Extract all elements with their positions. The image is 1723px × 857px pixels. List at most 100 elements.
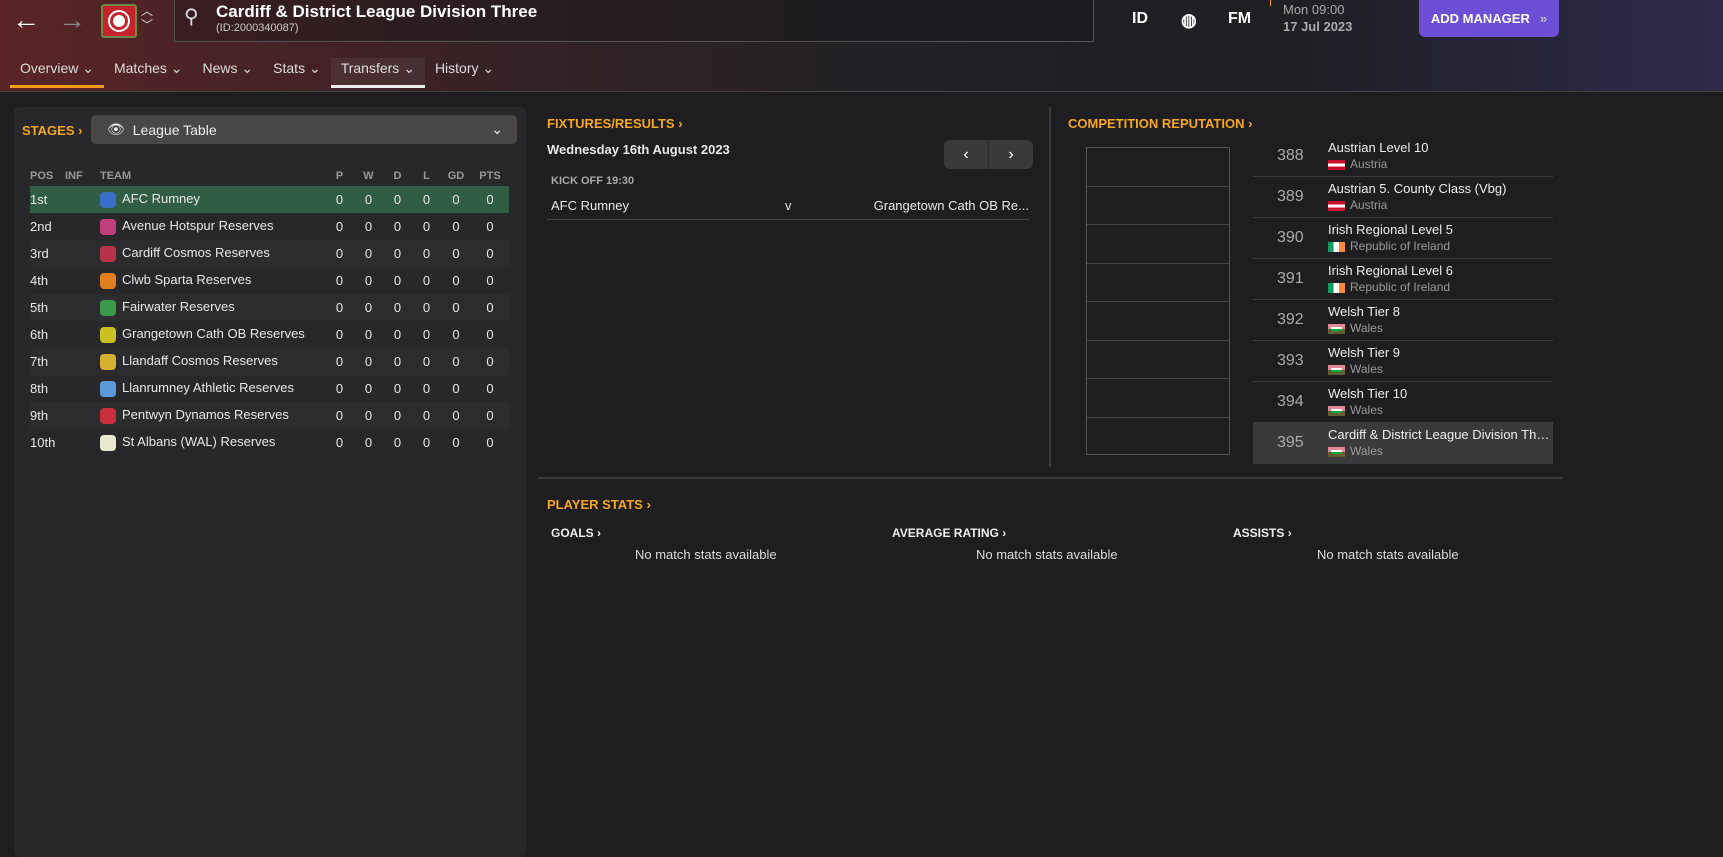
team-name[interactable]: Llanrumney Athletic Reserves	[122, 380, 294, 395]
table-row[interactable]: 10th St Albans (WAL) Reserves 0 0 0 0 0 0	[30, 429, 509, 456]
col-d[interactable]: D	[383, 166, 412, 186]
fm-button[interactable]: FM	[1228, 10, 1251, 28]
avg-rating-label: AVERAGE RATING	[892, 526, 999, 540]
reputation-row[interactable]: 393 Welsh Tier 9 Wales	[1253, 341, 1553, 382]
nation-name[interactable]: Republic of Ireland	[1350, 239, 1450, 253]
table-row[interactable]: 6th Grangetown Cath OB Reserves 0 0 0 0 0 0	[30, 321, 509, 348]
col-inf[interactable]: INF	[65, 166, 100, 186]
tab-stats[interactable]: Stats ⌄	[263, 58, 331, 88]
competition-name[interactable]: Cardiff & District League Division Three	[1328, 427, 1553, 442]
competition-name[interactable]: Welsh Tier 10	[1328, 386, 1553, 401]
stages-link[interactable]: STAGES ›	[22, 123, 82, 138]
reputation-link[interactable]: COMPETITION REPUTATION ›	[1068, 116, 1252, 131]
competition-name[interactable]: Austrian Level 10	[1328, 140, 1553, 155]
stat-pts: 0	[471, 402, 509, 429]
forward-button[interactable]: →	[58, 4, 86, 36]
competition-name[interactable]: Welsh Tier 9	[1328, 345, 1553, 360]
add-manager-button[interactable]: ADD MANAGER »	[1419, 0, 1559, 37]
team-name[interactable]: Clwb Sparta Reserves	[122, 272, 251, 287]
table-row[interactable]: 9th Pentwyn Dynamos Reserves 0 0 0 0 0 0	[30, 402, 509, 429]
stat-p: 0	[325, 348, 354, 375]
competition-name[interactable]: Irish Regional Level 5	[1328, 222, 1553, 237]
nation-name[interactable]: Wales	[1350, 362, 1383, 376]
reputation-row[interactable]: 390 Irish Regional Level 5 Republic of I…	[1253, 218, 1553, 259]
team-cell[interactable]: Pentwyn Dynamos Reserves	[100, 402, 325, 429]
tab-transfers[interactable]: Transfers ⌄	[330, 58, 425, 88]
player-stats-link[interactable]: PLAYER STATS ›	[547, 497, 651, 512]
team-cell[interactable]: AFC Rumney	[100, 186, 325, 213]
col-pts[interactable]: PTS	[471, 166, 509, 186]
nation-name[interactable]: Austria	[1350, 198, 1387, 212]
reputation-row[interactable]: 391 Irish Regional Level 6 Republic of I…	[1253, 259, 1553, 300]
home-team[interactable]: AFC Rumney	[551, 198, 629, 213]
table-row[interactable]: 5th Fairwater Reserves 0 0 0 0 0 0	[30, 294, 509, 321]
tab-overview[interactable]: Overview ⌄	[10, 58, 104, 88]
team-name[interactable]: Avenue Hotspur Reserves	[122, 218, 274, 233]
competition-name[interactable]: Welsh Tier 8	[1328, 304, 1553, 319]
team-cell[interactable]: Llanrumney Athletic Reserves	[100, 375, 325, 402]
stat-p: 0	[325, 240, 354, 267]
table-row[interactable]: 4th Clwb Sparta Reserves 0 0 0 0 0 0	[30, 267, 509, 294]
assists-link[interactable]: ASSISTS ›	[1233, 526, 1292, 540]
tab-matches[interactable]: Matches ⌄	[104, 58, 193, 88]
goals-link[interactable]: GOALS ›	[551, 526, 601, 540]
avg-rating-link[interactable]: AVERAGE RATING ›	[892, 526, 1006, 540]
back-button[interactable]: ←	[12, 4, 40, 36]
nation-name[interactable]: Austria	[1350, 157, 1387, 171]
table-row[interactable]: 7th Llandaff Cosmos Reserves 0 0 0 0 0 0	[30, 348, 509, 375]
fixture-row[interactable]: AFC Rumney v Grangetown Cath OB Re...	[547, 192, 1029, 220]
reputation-row[interactable]: 394 Welsh Tier 10 Wales	[1253, 382, 1553, 423]
competition-name[interactable]: Austrian 5. County Class (Vbg)	[1328, 181, 1553, 196]
team-name[interactable]: Llandaff Cosmos Reserves	[122, 353, 278, 368]
team-name[interactable]: AFC Rumney	[122, 191, 200, 206]
info-cell	[65, 348, 100, 375]
next-button[interactable]: ›	[989, 140, 1033, 169]
nation-name[interactable]: Wales	[1350, 444, 1383, 458]
competition-name[interactable]: Irish Regional Level 6	[1328, 263, 1553, 278]
position: 1st	[30, 186, 65, 213]
tab-history[interactable]: History ⌄	[425, 58, 504, 88]
game-date[interactable]: 17 Jul 2023	[1283, 19, 1352, 34]
team-name[interactable]: Fairwater Reserves	[122, 299, 235, 314]
team-cell[interactable]: Fairwater Reserves	[100, 294, 325, 321]
table-row[interactable]: 3rd Cardiff Cosmos Reserves 0 0 0 0 0 0	[30, 240, 509, 267]
flag-icon	[1328, 405, 1345, 416]
table-row[interactable]: 8th Llanrumney Athletic Reserves 0 0 0 0 0 0	[30, 375, 509, 402]
table-row[interactable]: 1st AFC Rumney 0 0 0 0 0 0	[30, 186, 509, 213]
away-team[interactable]: Grangetown Cath OB Re...	[874, 198, 1029, 213]
reputation-row[interactable]: 392 Welsh Tier 8 Wales	[1253, 300, 1553, 341]
team-cell[interactable]: Llandaff Cosmos Reserves	[100, 348, 325, 375]
col-pos[interactable]: POS	[30, 166, 65, 186]
globe-icon[interactable]: ◍	[1181, 10, 1197, 31]
team-cell[interactable]: St Albans (WAL) Reserves	[100, 429, 325, 456]
id-button[interactable]: ID	[1132, 10, 1148, 28]
team-name[interactable]: Grangetown Cath OB Reserves	[122, 326, 305, 341]
stat-w: 0	[354, 186, 383, 213]
col-w[interactable]: W	[354, 166, 383, 186]
previous-button[interactable]: ‹	[944, 140, 989, 169]
stage-dropdown[interactable]: 👁 League Table ⌄	[91, 115, 517, 144]
nation-name[interactable]: Wales	[1350, 403, 1383, 417]
reputation-row[interactable]: 395 Cardiff & District League Division T…	[1253, 423, 1553, 464]
team-cell[interactable]: Grangetown Cath OB Reserves	[100, 321, 325, 348]
col-l[interactable]: L	[412, 166, 441, 186]
team-cell[interactable]: Cardiff Cosmos Reserves	[100, 240, 325, 267]
team-name[interactable]: Pentwyn Dynamos Reserves	[122, 407, 289, 422]
team-cell[interactable]: Clwb Sparta Reserves	[100, 267, 325, 294]
nation-name[interactable]: Wales	[1350, 321, 1383, 335]
team-cell[interactable]: Avenue Hotspur Reserves	[100, 213, 325, 240]
col-team[interactable]: TEAM	[100, 166, 325, 186]
col-p[interactable]: P	[325, 166, 354, 186]
team-name[interactable]: St Albans (WAL) Reserves	[122, 434, 275, 449]
reputation-row[interactable]: 388 Austrian Level 10 Austria	[1253, 136, 1553, 177]
team-name[interactable]: Cardiff Cosmos Reserves	[122, 245, 270, 260]
col-gd[interactable]: GD	[441, 166, 471, 186]
tab-news[interactable]: News ⌄	[193, 58, 264, 88]
table-row[interactable]: 2nd Avenue Hotspur Reserves 0 0 0 0 0 0	[30, 213, 509, 240]
fixtures-link[interactable]: FIXTURES/RESULTS ›	[547, 116, 683, 131]
reputation-row[interactable]: 389 Austrian 5. County Class (Vbg) Austr…	[1253, 177, 1553, 218]
stat-pts: 0	[471, 294, 509, 321]
up-down-icon[interactable]: ︿ ﹀	[141, 4, 153, 32]
nation-name[interactable]: Republic of Ireland	[1350, 280, 1450, 294]
search-icon[interactable]: ⚲	[184, 4, 199, 29]
